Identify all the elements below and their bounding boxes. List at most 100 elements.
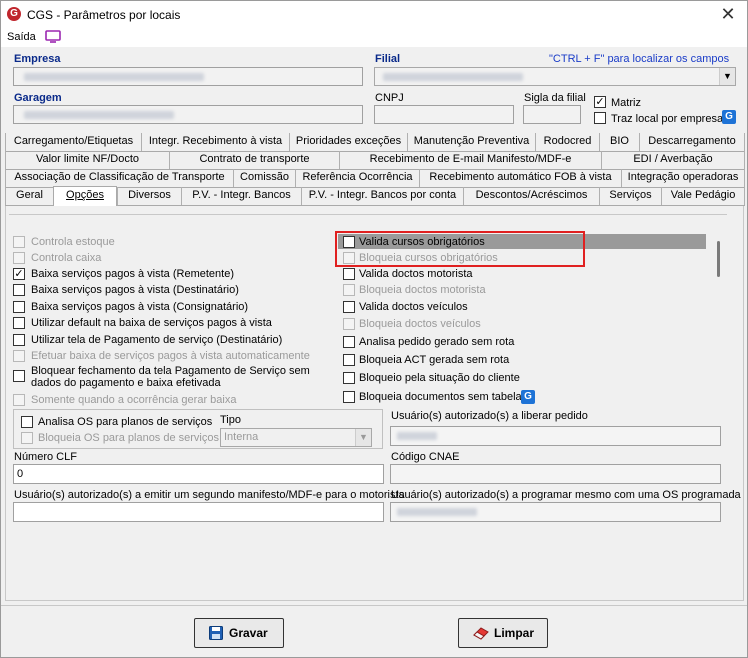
numero-clf-input[interactable]: 0 <box>13 464 384 484</box>
filial-label: Filial <box>375 53 401 65</box>
window: G CGS - Parâmetros por locais ✕ Saída Em… <box>0 0 748 658</box>
opt-baixa-consignatario-checkbox[interactable] <box>13 301 25 313</box>
opt-baixa-consignatario-label: Baixa serviços pagos à vista (Consignatá… <box>31 301 249 313</box>
filial-select[interactable]: ▼ <box>374 67 736 86</box>
red-annotation-box <box>335 231 585 267</box>
tab-bio[interactable]: BIO <box>599 133 639 151</box>
app-logo-icon: G <box>7 7 21 21</box>
tab-vale-pedagio[interactable]: Vale Pedágio <box>661 187 745 205</box>
monitor-icon[interactable] <box>44 30 62 44</box>
opt-analisa-pedido-label: Analisa pedido gerado sem rota <box>359 336 515 348</box>
usuarios-os-input[interactable] <box>390 502 721 522</box>
tab-referencia[interactable]: Referência Ocorrência <box>295 169 419 187</box>
codigo-cnae-input[interactable] <box>390 464 721 484</box>
opt-bloqueia-doctos-veiculos-checkbox[interactable] <box>343 318 355 330</box>
cnpj-field[interactable] <box>374 105 514 124</box>
opt-bloquear-fechamento-label-2: dados do pagamento e baixa efetivada <box>31 377 221 389</box>
matriz-checkbox[interactable]: ✓ <box>594 96 606 108</box>
tab-pv-integr-bancos-conta[interactable]: P.V. - Integr. Bancos por conta <box>301 187 463 205</box>
tab-opcoes[interactable]: Opções <box>53 186 117 206</box>
opt-bloqueia-act-checkbox[interactable] <box>343 354 355 366</box>
usuarios-liberar-label: Usuário(s) autorizado(s) a liberar pedid… <box>391 410 588 422</box>
tab-integracao-operadoras[interactable]: Integração operadoras <box>621 169 745 187</box>
menu-exit[interactable]: Saída <box>7 31 36 43</box>
tab-descarregamento[interactable]: Descarregamento <box>639 133 745 151</box>
opt-utilizar-tela-checkbox[interactable] <box>13 334 25 346</box>
opt-bloquear-fechamento-label: Bloquear fechamento da tela Pagamento de… <box>31 365 310 377</box>
traz-local-checkbox[interactable] <box>594 112 606 124</box>
opt-controla-caixa-checkbox[interactable] <box>13 252 25 264</box>
opt-controla-estoque-checkbox[interactable] <box>13 236 25 248</box>
opt-utilizar-default-checkbox[interactable] <box>13 317 25 329</box>
g-help-icon[interactable]: G <box>722 110 736 124</box>
tab-recebimento-email[interactable]: Recebimento de E-mail Manifesto/MDF-e <box>339 151 601 169</box>
tab-descontos[interactable]: Descontos/Acréscimos <box>463 187 599 205</box>
usuarios-os-label: Usuário(s) autorizado(s) a programar mes… <box>391 489 741 501</box>
menu-bar: Saída <box>1 29 747 47</box>
opt-valida-doctos-motorista-label: Valida doctos motorista <box>359 268 473 280</box>
opt-bloqueia-doctos-motorista-label: Bloqueia doctos motorista <box>359 284 486 296</box>
tab-edi[interactable]: EDI / Averbação <box>601 151 745 169</box>
bloqueia-os-checkbox[interactable] <box>21 432 33 444</box>
close-button[interactable]: ✕ <box>713 4 743 24</box>
sigla-field[interactable] <box>523 105 581 124</box>
opt-utilizar-tela-label: Utilizar tela de Pagamento de serviço (D… <box>31 334 283 346</box>
usuarios-manifesto-input[interactable] <box>13 502 384 522</box>
tab-carregamento[interactable]: Carregamento/Etiquetas <box>5 133 141 151</box>
opt-controla-estoque-label: Controla estoque <box>31 236 115 248</box>
tab-servicos[interactable]: Serviços <box>599 187 661 205</box>
tab-geral[interactable]: Geral <box>5 187 53 205</box>
empresa-field[interactable] <box>13 67 363 86</box>
opt-controla-caixa-label: Controla caixa <box>31 252 102 264</box>
garagem-field[interactable] <box>13 105 363 124</box>
opt-bloqueia-documentos-checkbox[interactable] <box>343 391 355 403</box>
opt-bloquear-fechamento-checkbox[interactable] <box>13 370 25 382</box>
opt-bloqueio-situacao-checkbox[interactable] <box>343 372 355 384</box>
analisa-os-label: Analisa OS para planos de serviços <box>38 416 213 428</box>
chevron-down-icon[interactable]: ▼ <box>355 429 371 446</box>
tipo-select[interactable]: Interna ▼ <box>220 428 372 447</box>
usuarios-liberar-input[interactable] <box>390 426 721 446</box>
garagem-label: Garagem <box>14 92 62 104</box>
tab-valor-limite[interactable]: Valor limite NF/Docto <box>5 151 169 169</box>
options-scrollbar[interactable] <box>717 241 720 277</box>
opt-bloqueia-doctos-veiculos-label: Bloqueia doctos veículos <box>359 318 481 330</box>
chevron-down-icon[interactable]: ▼ <box>719 68 735 85</box>
tab-manutencao[interactable]: Manutenção Preventiva <box>407 133 535 151</box>
tab-comissao[interactable]: Comissão <box>233 169 295 187</box>
opt-bloqueia-act-label: Bloqueia ACT gerada sem rota <box>359 354 510 366</box>
opt-bloqueia-doctos-motorista-checkbox[interactable] <box>343 284 355 296</box>
sigla-label: Sigla da filial <box>524 92 586 104</box>
opt-analisa-pedido-checkbox[interactable] <box>343 336 355 348</box>
empresa-label: Empresa <box>14 53 61 65</box>
analisa-os-checkbox[interactable] <box>21 416 33 428</box>
tab-prioridades[interactable]: Prioridades exceções <box>289 133 407 151</box>
opt-valida-doctos-veiculos-checkbox[interactable] <box>343 301 355 313</box>
opt-bloqueio-situacao-label: Bloqueio pela situação do cliente <box>359 372 520 384</box>
opt-valida-doctos-motorista-checkbox[interactable] <box>343 268 355 280</box>
window-title: CGS - Parâmetros por locais <box>27 8 181 22</box>
tab-row-1: Carregamento/Etiquetas Integr. Recebimen… <box>5 133 745 152</box>
tab-recebimento-fob[interactable]: Recebimento automático FOB à vista <box>419 169 621 187</box>
opt-baixa-destinatario-checkbox[interactable] <box>13 284 25 296</box>
opt-efetuar-baixa-checkbox[interactable] <box>13 350 25 362</box>
save-button[interactable]: Gravar <box>194 618 284 648</box>
tipo-label: Tipo <box>220 414 241 426</box>
tab-diversos[interactable]: Diversos <box>117 187 181 205</box>
tab-integr-recebimento[interactable]: Integr. Recebimento à vista <box>141 133 289 151</box>
clear-button[interactable]: Limpar <box>458 618 548 648</box>
opt-baixa-remetente-checkbox[interactable]: ✓ <box>13 268 25 280</box>
tab-rodocred[interactable]: Rodocred <box>535 133 599 151</box>
bloqueia-os-label: Bloqueia OS para planos de serviços <box>38 432 219 444</box>
tab-pv-integr-bancos[interactable]: P.V. - Integr. Bancos <box>181 187 301 205</box>
tab-associacao[interactable]: Associação de Classificação de Transport… <box>5 169 233 187</box>
ctrl-f-hint: "CTRL + F" para localizar os campos <box>549 53 730 65</box>
cnpj-label: CNPJ <box>375 92 404 104</box>
g-help-icon[interactable]: G <box>521 390 535 404</box>
tab-contrato[interactable]: Contrato de transporte <box>169 151 339 169</box>
opt-somente-quando-checkbox[interactable] <box>13 394 25 406</box>
opt-bloqueia-documentos-label: Bloqueia documentos sem tabela <box>359 391 522 403</box>
footer-divider <box>1 605 747 606</box>
floppy-disk-icon <box>209 626 223 640</box>
opt-utilizar-default-label: Utilizar default na baixa de serviços pa… <box>31 317 272 329</box>
